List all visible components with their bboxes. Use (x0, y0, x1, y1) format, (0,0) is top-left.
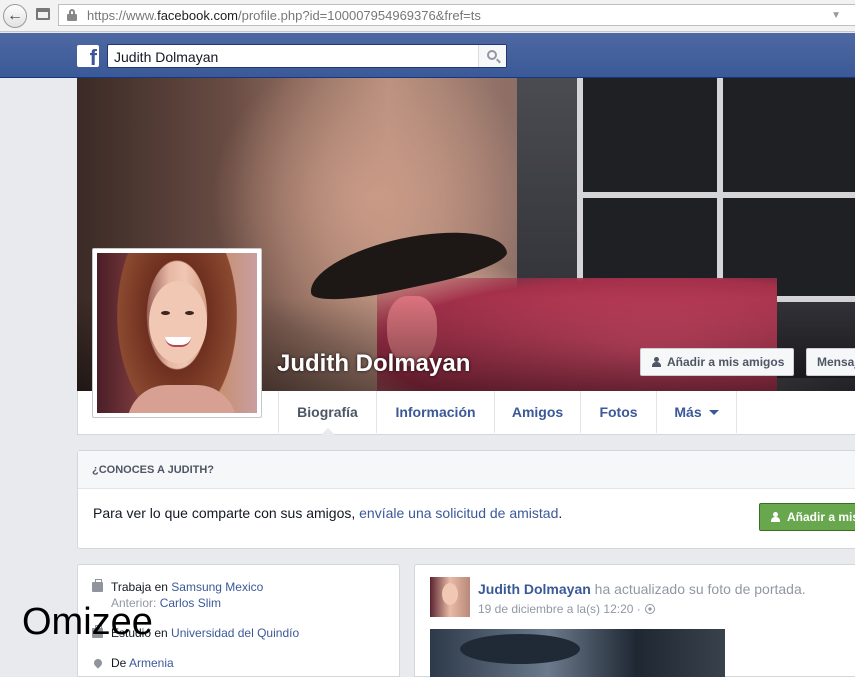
message-label: Mensaje (817, 355, 855, 369)
globe-icon[interactable] (644, 604, 655, 614)
previous-work-link[interactable]: Carlos Slim (160, 596, 221, 610)
add-friend-green-button[interactable]: Añadir a mis amigos (759, 503, 855, 531)
post-timestamp[interactable]: 19 de diciembre a la(s) 12:20 · (478, 602, 655, 616)
briefcase-icon (92, 579, 103, 592)
tab-amigos-label: Amigos (511, 404, 564, 420)
browser-toolbar: ← https://www.facebook.com/profile.php?i… (0, 0, 855, 32)
know-person-card: ¿CONOCES A JUDITH? Para ver lo que compa… (77, 450, 855, 549)
tab-mas-label: Más (674, 404, 702, 420)
tab-amigos[interactable]: Amigos (495, 391, 581, 433)
search-input-value: Judith Dolmayan (114, 49, 219, 65)
tab-groups-icon[interactable] (36, 8, 50, 20)
work-link[interactable]: Samsung Mexico (171, 580, 263, 594)
story-card: Judith Dolmayan ha actualizado su foto d… (414, 564, 855, 677)
search-button[interactable] (478, 45, 506, 67)
education-link[interactable]: Universidad del Quindío (171, 626, 299, 640)
tab-mas[interactable]: Más (657, 391, 737, 433)
hometown-link[interactable]: Armenia (129, 656, 174, 670)
post-header: Judith Dolmayan ha actualizado su foto d… (478, 581, 806, 597)
search-input[interactable]: Judith Dolmayan (107, 44, 507, 68)
post-cover-photo[interactable] (430, 629, 725, 677)
facebook-header: f Judith Dolmayan (0, 33, 855, 78)
add-friend-green-label: Añadir a mis amigos (787, 510, 855, 524)
page-margin (0, 78, 77, 677)
add-friend-icon (652, 357, 662, 368)
chevron-down-icon (708, 409, 719, 415)
tab-biografia[interactable]: Biografía (278, 391, 377, 435)
profile-name[interactable]: Judith Dolmayan (277, 350, 470, 378)
location-pin-icon (92, 657, 104, 669)
add-friend-button[interactable]: Añadir a mis amigos (640, 348, 794, 376)
lock-icon (67, 9, 77, 21)
address-bar[interactable]: https://www.facebook.com/profile.php?id=… (58, 4, 855, 26)
facebook-logo-icon[interactable]: f (77, 45, 99, 67)
send-request-link[interactable]: envíale una solicitud de amistad (359, 505, 558, 521)
add-friend-icon (771, 512, 781, 523)
profile-photo (97, 253, 257, 413)
know-card-text: Para ver lo que comparte con sus amigos,… (93, 505, 563, 521)
tab-informacion-label: Información (395, 404, 476, 420)
know-card-header: ¿CONOCES A JUDITH? (78, 451, 855, 489)
post-avatar[interactable] (430, 577, 470, 617)
back-arrow-icon[interactable]: ← (3, 4, 27, 28)
url-dropdown-icon[interactable]: ▼ (831, 10, 841, 21)
add-friend-label: Añadir a mis amigos (667, 355, 785, 369)
tab-fotos-label: Fotos (599, 404, 638, 420)
active-tab-indicator (320, 428, 335, 435)
know-card-title: ¿CONOCES A JUDITH? (92, 464, 215, 476)
tab-informacion[interactable]: Información (377, 391, 495, 433)
url-text: https://www.facebook.com/profile.php?id=… (87, 8, 481, 23)
tab-fotos[interactable]: Fotos (581, 391, 657, 433)
tab-biografia-label: Biografía (297, 404, 358, 420)
search-icon (487, 50, 497, 60)
post-author-link[interactable]: Judith Dolmayan (478, 581, 591, 597)
watermark-text: Omizee (22, 601, 153, 643)
profile-picture[interactable] (92, 248, 262, 418)
message-button[interactable]: Mensaje (806, 348, 855, 376)
